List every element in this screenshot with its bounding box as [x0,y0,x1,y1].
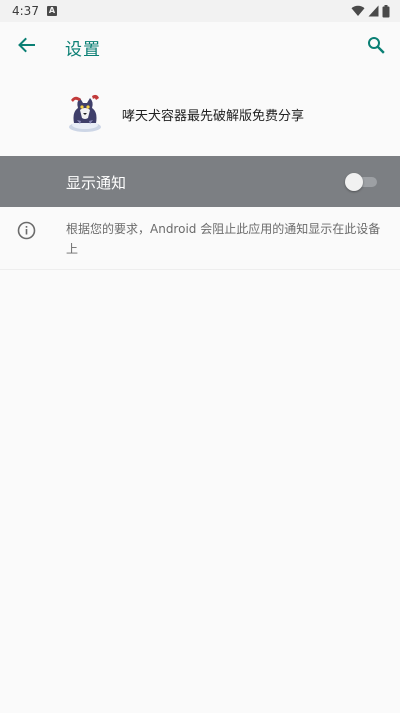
signal-icon [368,5,379,17]
show-notifications-row[interactable]: 显示通知 [0,156,400,207]
app-icon [66,90,104,134]
app-header: 哮天犬容器最先破解版免费分享 [0,72,400,156]
status-bar: 4:37 A [0,0,400,22]
toolbar: 设置 [0,22,400,72]
arrow-left-icon [17,37,35,57]
wifi-icon [351,5,365,17]
info-icon [17,221,36,240]
switch-thumb [345,173,363,191]
app-name: 哮天犬容器最先破解版免费分享 [122,109,305,124]
notification-icon: A [46,6,57,16]
show-notifications-label: 显示通知 [66,174,127,192]
info-row: 根据您的要求，Android 会阻止此应用的通知显示在此设备上 [0,207,400,269]
divider [0,269,400,270]
screen: 4:37 A 设置 哮天犬容器最先破解版免费分享 显示通知 根据您的要求，And… [0,0,400,713]
back-button[interactable] [12,33,40,61]
show-notifications-switch[interactable] [345,173,377,191]
info-text: 根据您的要求，Android 会阻止此应用的通知显示在此设备上 [66,222,381,256]
status-left: 4:37 A [12,4,57,18]
search-icon [367,36,385,58]
battery-icon [382,4,390,18]
status-right [351,4,390,18]
search-button[interactable] [362,33,390,61]
status-time: 4:37 [12,4,39,18]
page-title: 设置 [65,40,101,60]
